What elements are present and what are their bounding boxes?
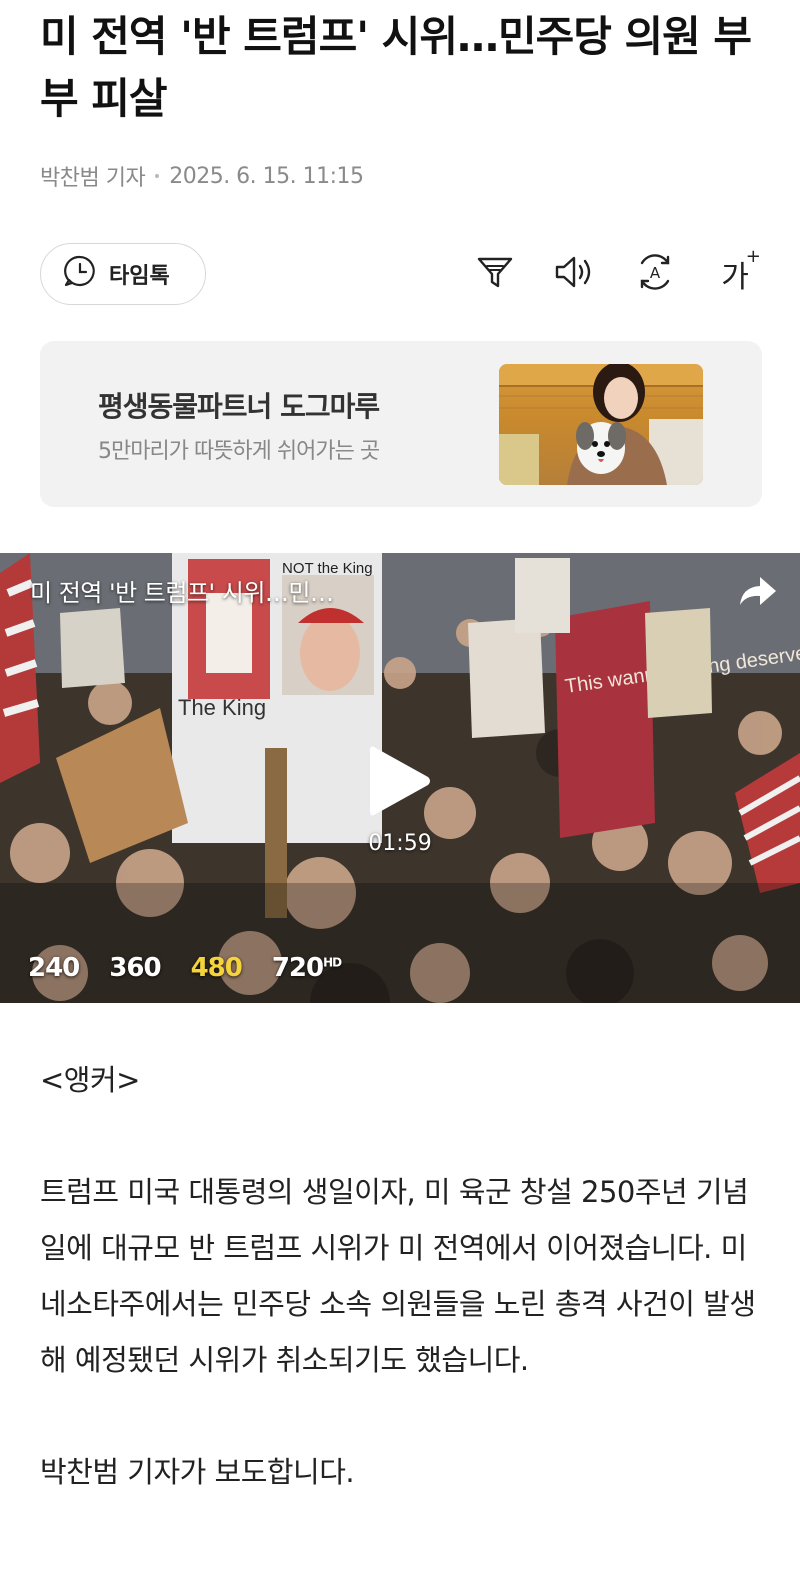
quality-720[interactable]: 720HD xyxy=(272,953,342,983)
article-body: <앵커> 트럼프 미국 대통령의 생일이자, 미 육군 창설 250주년 기념일… xyxy=(40,1052,770,1556)
timetalk-label: 타임톡 xyxy=(109,264,170,289)
font-size-icon: 가 + xyxy=(721,246,761,295)
video-duration: 01:59 xyxy=(368,831,432,856)
video-title: 미 전역 '반 트럼프' 시위…민… xyxy=(30,579,334,607)
toolbar-icons: A 가 + xyxy=(470,246,761,299)
anchor-label: <앵커> xyxy=(40,1063,140,1097)
funnel-icon xyxy=(475,252,515,296)
closing-line: 박찬범 기자가 보도합니다. xyxy=(40,1455,355,1489)
read-aloud-button[interactable] xyxy=(550,249,600,299)
quality-240[interactable]: 240 xyxy=(28,953,80,983)
clock-chat-icon xyxy=(63,254,97,294)
body-paragraph: 트럼프 미국 대통령의 생일이자, 미 육군 창설 250주년 기념일에 대규모… xyxy=(40,1175,756,1377)
translate-button[interactable]: A xyxy=(630,249,680,299)
svg-text:A: A xyxy=(650,264,661,282)
ad-title: 평생동물파트너 도그마루 xyxy=(98,390,380,423)
quality-360[interactable]: 360 xyxy=(109,953,161,983)
quality-480[interactable]: 480 xyxy=(191,953,243,983)
ad-banner[interactable]: 평생동물파트너 도그마루 5만마리가 따뜻하게 쉬어가는 곳 xyxy=(40,341,762,507)
byline: 박찬범 기자 2025. 6. 15. 11:15 xyxy=(40,160,364,192)
separator-dot xyxy=(155,174,160,178)
speaker-icon xyxy=(553,252,597,296)
play-button[interactable] xyxy=(366,741,434,825)
ad-image xyxy=(499,364,703,485)
video-player[interactable]: NOT the King The King This wannabe king … xyxy=(0,553,800,1003)
reporter-name[interactable]: 박찬범 기자 xyxy=(40,160,146,192)
article-headline: 미 전역 '반 트럼프' 시위…민주당 의원 부부 피살 xyxy=(40,12,752,123)
share-button[interactable] xyxy=(736,571,780,615)
ad-subtitle: 5만마리가 따뜻하게 쉬어가는 곳 xyxy=(98,439,380,464)
translate-icon: A xyxy=(634,251,676,297)
quality-selector: 240 360 480 720HD xyxy=(28,953,342,983)
publish-datetime: 2025. 6. 15. 11:15 xyxy=(169,163,364,189)
font-size-button[interactable]: 가 + xyxy=(710,246,761,299)
hd-badge: HD xyxy=(323,955,342,970)
article-toolbar: 타임톡 A 가 + xyxy=(40,243,761,305)
summary-button[interactable] xyxy=(470,249,520,299)
share-arrow-icon xyxy=(740,577,776,605)
play-icon xyxy=(370,746,430,816)
timetalk-button[interactable]: 타임톡 xyxy=(40,243,206,305)
sign-text-the-king: The King xyxy=(178,695,266,720)
